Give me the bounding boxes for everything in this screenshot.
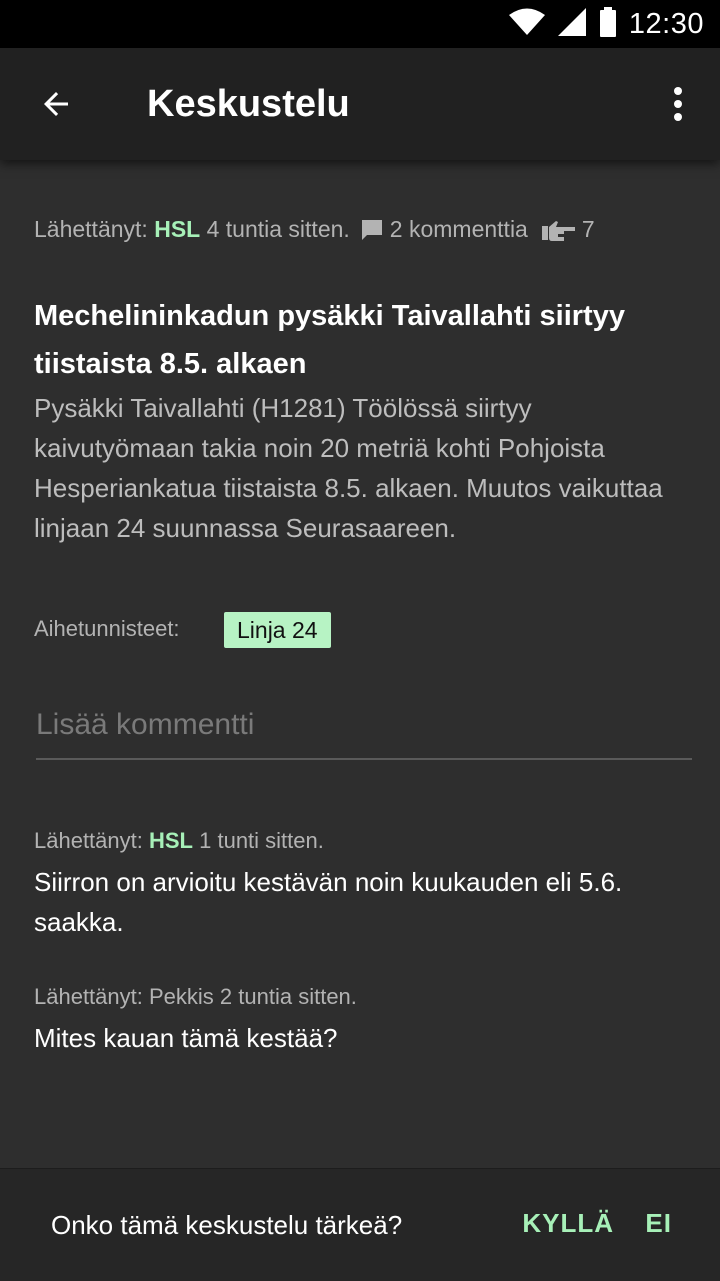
page-title: Keskustelu xyxy=(147,83,350,125)
comment-author[interactable]: HSL xyxy=(149,828,193,853)
post-time: 4 tuntia sitten. xyxy=(206,216,350,242)
comment-item: Lähettänyt: HSL 1 tunti sitten. Siirron … xyxy=(34,826,684,942)
importance-question: Onko tämä keskustelu tärkeä? xyxy=(51,1210,403,1240)
comments-count[interactable]: 2 kommenttia xyxy=(390,216,528,243)
status-icons: 12:30 xyxy=(508,0,704,48)
likes-count: 7 xyxy=(581,216,595,242)
comment-input[interactable] xyxy=(36,692,692,760)
post-title: Mechelininkadun pysäkki Taivallahti siir… xyxy=(34,300,625,380)
comment-icon xyxy=(360,218,384,242)
app-bar: Keskustelu xyxy=(0,48,720,160)
comment-meta: Lähettänyt: HSL 1 tunti sitten. xyxy=(34,826,684,856)
comment-item: Lähettänyt: Pekkis 2 tuntia sitten. Mite… xyxy=(34,982,684,1058)
back-button[interactable] xyxy=(24,72,88,136)
comment-text: Mites kauan tämä kestää? xyxy=(34,1023,338,1053)
posted-by-label: Lähettänyt: xyxy=(34,828,143,853)
comment-author[interactable]: Pekkis xyxy=(149,984,214,1009)
tags-label: Aihetunnisteet: xyxy=(34,616,180,641)
yes-button[interactable]: KYLLÄ xyxy=(520,1199,616,1247)
no-button[interactable]: EI xyxy=(643,1199,674,1247)
comment-text: Siirron on arvioitu kestävän noin kuukau… xyxy=(34,867,623,937)
status-bar: 12:30 xyxy=(0,0,720,48)
wifi-icon xyxy=(508,8,545,41)
importance-prompt-bar: Onko tämä keskustelu tärkeä? KYLLÄ EI xyxy=(0,1168,720,1281)
arrow-back-icon xyxy=(44,92,68,116)
post-body: Pysäkki Taivallahti (H1281) Töölössä sii… xyxy=(34,393,663,543)
more-vert-icon xyxy=(674,87,682,121)
status-time: 12:30 xyxy=(628,7,704,40)
comment-time: 2 tuntia sitten. xyxy=(219,984,357,1009)
comment-time: 1 tunti sitten. xyxy=(199,828,324,853)
post-author[interactable]: HSL xyxy=(154,216,200,243)
discussion-content: Lähettänyt: HSL 4 tuntia sitten. 2 komme… xyxy=(0,160,720,1168)
thumb-point-icon[interactable] xyxy=(541,218,576,242)
posted-by-label: Lähettänyt: xyxy=(34,216,148,242)
signal-icon xyxy=(557,7,587,42)
more-options-button[interactable] xyxy=(654,76,702,132)
battery-icon xyxy=(599,6,617,42)
tag-chip[interactable]: Linja 24 xyxy=(224,612,331,648)
post-meta: Lähettänyt: HSL 4 tuntia sitten. 2 komme… xyxy=(34,216,595,243)
comment-meta: Lähettänyt: Pekkis 2 tuntia sitten. xyxy=(34,982,684,1012)
posted-by-label: Lähettänyt: xyxy=(34,984,143,1009)
